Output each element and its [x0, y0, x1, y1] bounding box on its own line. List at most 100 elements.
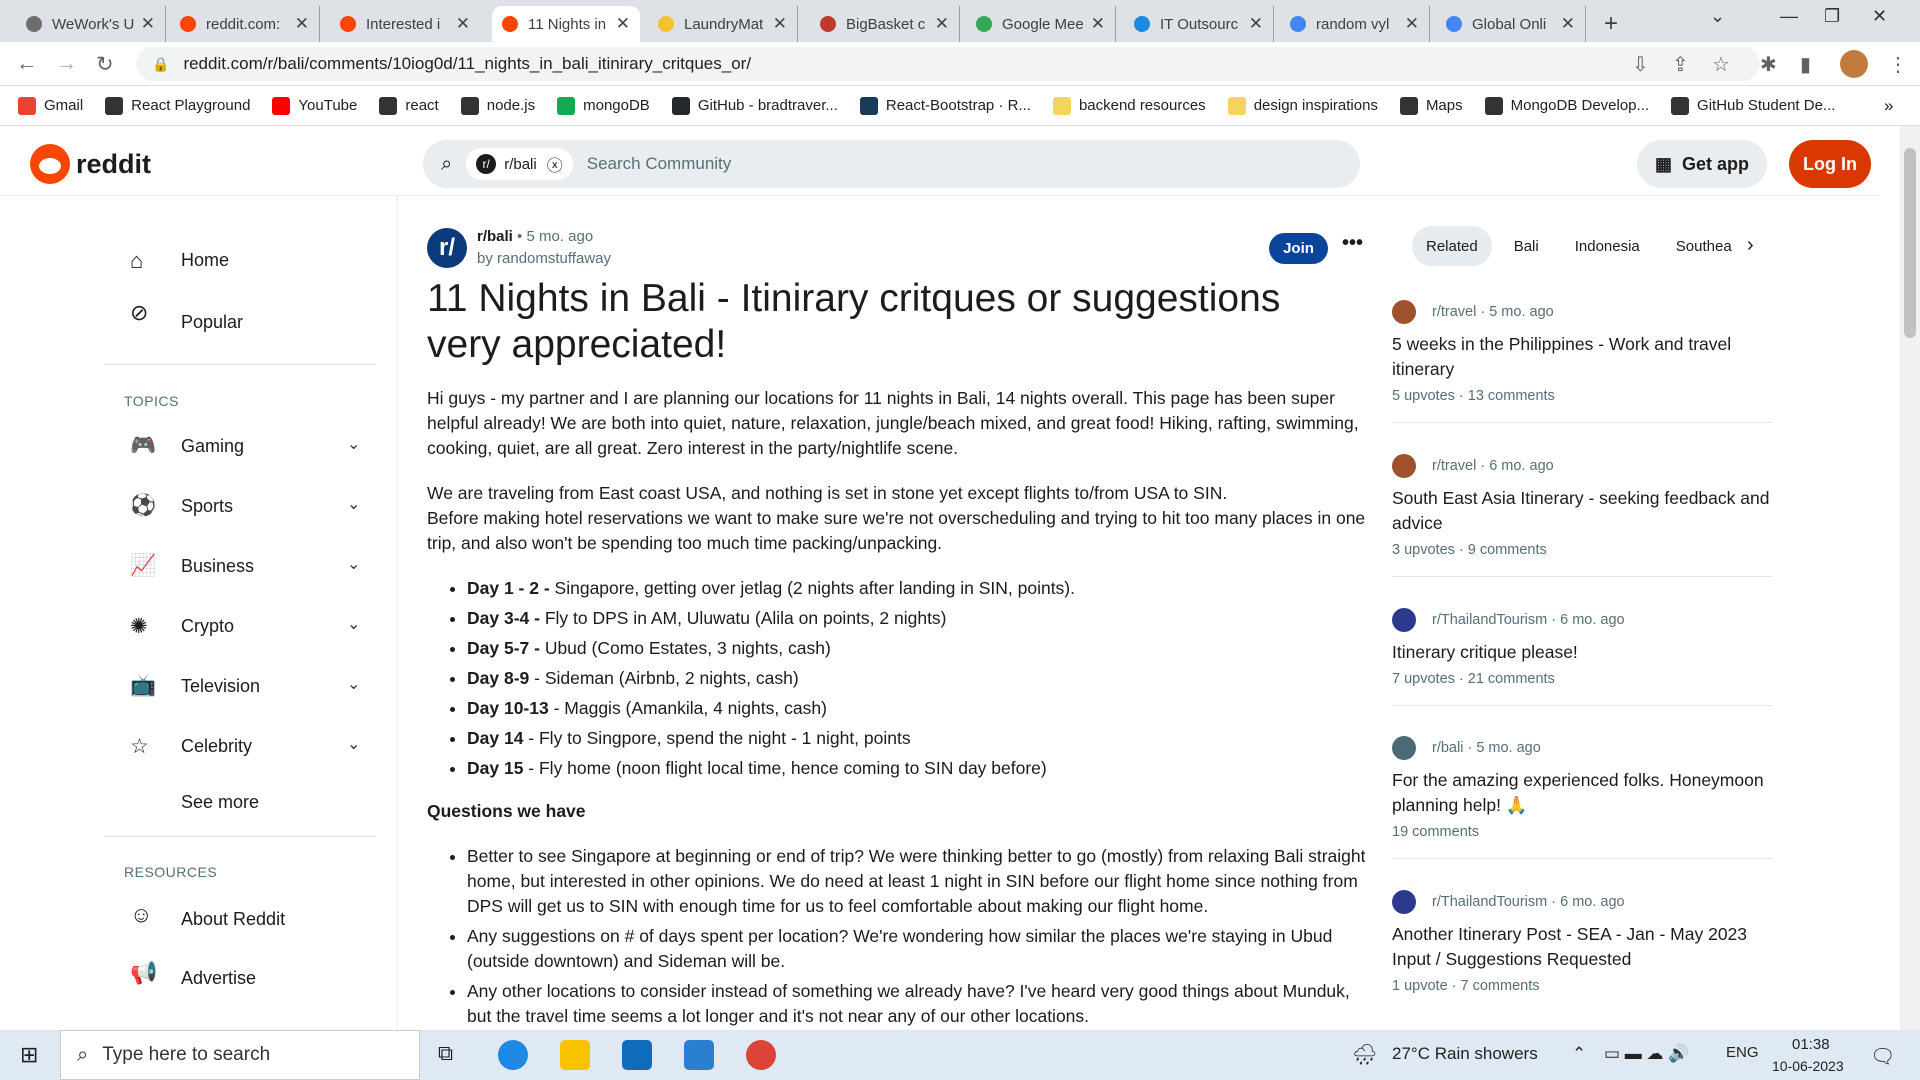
extensions-icon[interactable]: ✱ — [1760, 52, 1777, 77]
bookmark-item[interactable]: Gmail — [18, 96, 83, 115]
tab-9[interactable]: random vyl ✕ — [1280, 6, 1430, 42]
close-tab-icon[interactable]: ✕ — [1405, 14, 1419, 34]
file-explorer-icon[interactable] — [560, 1040, 590, 1070]
related-post[interactable]: r/travel · 5 mo. ago 5 weeks in the Phili… — [1392, 300, 1772, 423]
bookmarks-more[interactable]: » — [1884, 96, 1893, 116]
related-sub[interactable]: r/ThailandTourism — [1432, 894, 1547, 910]
subreddit-link[interactable]: r/bali — [477, 228, 513, 245]
nav-about-reddit[interactable]: About Reddit — [181, 909, 285, 930]
topic-business[interactable]: Business — [181, 556, 254, 577]
tab-8[interactable]: IT Outsourc ✕ — [1124, 6, 1274, 42]
related-sub[interactable]: r/travel — [1432, 304, 1476, 320]
tab-4[interactable]: 11 Nights in ✕ — [492, 6, 640, 42]
close-tab-icon[interactable]: ✕ — [773, 14, 787, 34]
vscode-icon[interactable] — [684, 1040, 714, 1070]
task-view-icon[interactable]: ⧉ — [438, 1042, 453, 1066]
tab-6[interactable]: BigBasket c ✕ — [810, 6, 960, 42]
bookmark-star-icon[interactable]: ☆ — [1712, 52, 1730, 77]
chevron-down-icon[interactable]: ⌄ — [347, 434, 360, 454]
close-window-icon[interactable]: ✕ — [1872, 6, 1887, 27]
bookmark-item[interactable]: mongoDB — [557, 96, 650, 115]
tab-3[interactable]: Interested i ✕ — [330, 6, 480, 42]
related-title[interactable]: For the amazing experienced folks. Honey… — [1392, 768, 1772, 818]
get-app-button[interactable]: ▦ Get app — [1637, 140, 1767, 188]
tab-2[interactable]: reddit.com: ✕ — [170, 6, 320, 42]
edge-icon[interactable] — [498, 1040, 528, 1070]
related-title[interactable]: Another Itinerary Post - SEA - Jan - May… — [1392, 922, 1772, 972]
related-title[interactable]: 5 weeks in the Philippines - Work and tr… — [1392, 332, 1772, 382]
related-sub[interactable]: r/bali — [1432, 740, 1463, 756]
related-post[interactable]: r/bali · 5 mo. ago For the amazing experi… — [1392, 736, 1772, 859]
search-bar[interactable]: ⌕ r/ r/bali ⓧ Search Community — [423, 140, 1360, 188]
restore-icon[interactable]: ❐ — [1824, 6, 1840, 27]
topic-sports[interactable]: Sports — [181, 496, 233, 517]
related-post[interactable]: r/travel · 6 mo. ago South East Asia Itin… — [1392, 454, 1772, 577]
windows-start-icon[interactable]: ⊞ — [20, 1042, 38, 1068]
mail-icon[interactable] — [622, 1040, 652, 1070]
nav-advertise[interactable]: Advertise — [181, 968, 256, 989]
topic-celebrity[interactable]: Celebrity — [181, 736, 252, 757]
see-more-link[interactable]: See more — [181, 792, 259, 813]
more-options-icon[interactable]: ••• — [1342, 232, 1363, 255]
topic-crypto[interactable]: Crypto — [181, 616, 234, 637]
scrollbar-thumb[interactable] — [1904, 148, 1916, 338]
chevron-right-icon[interactable]: › — [1747, 234, 1754, 257]
chevron-down-icon[interactable]: ⌄ — [347, 734, 360, 754]
chevron-down-icon[interactable]: ⌄ — [347, 554, 360, 574]
tab-5[interactable]: LaundryMat ✕ — [648, 6, 798, 42]
related-title[interactable]: South East Asia Itinerary - seeking feed… — [1392, 486, 1772, 536]
tab-search-icon[interactable]: ⌄ — [1710, 6, 1725, 27]
bookmark-item[interactable]: backend resources — [1052, 96, 1206, 115]
reload-icon[interactable]: ↻ — [96, 52, 114, 77]
language-indicator[interactable]: ENG — [1726, 1044, 1759, 1061]
search-input[interactable]: Search Community — [587, 154, 732, 174]
share-icon[interactable]: ⇪ — [1672, 52, 1689, 77]
related-title[interactable]: Itinerary critique please! — [1392, 640, 1772, 665]
join-button[interactable]: Join — [1269, 233, 1328, 264]
side-panel-icon[interactable]: ▮ — [1800, 52, 1811, 77]
tab-10[interactable]: Global Onli ✕ — [1436, 6, 1586, 42]
chrome-icon[interactable] — [746, 1040, 776, 1070]
bookmark-item[interactable]: React-Bootstrap · R... — [859, 96, 1031, 115]
bookmark-item[interactable]: React Playground — [105, 96, 250, 115]
new-tab-button[interactable]: + — [1594, 6, 1628, 42]
nav-popular[interactable]: Popular — [181, 312, 243, 333]
back-icon[interactable]: ← — [16, 52, 37, 76]
pill-indonesia[interactable]: Indonesia — [1561, 226, 1654, 266]
url-field[interactable]: 🔒 reddit.com/r/bali/comments/10iog0d/11_… — [136, 47, 1760, 81]
chevron-down-icon[interactable]: ⌄ — [347, 614, 360, 634]
clear-chip-icon[interactable]: ⓧ — [547, 152, 563, 176]
topic-television[interactable]: Television — [181, 676, 260, 697]
close-tab-icon[interactable]: ✕ — [616, 14, 630, 34]
clock-time[interactable]: 01:38 — [1792, 1036, 1830, 1053]
close-tab-icon[interactable]: ✕ — [456, 14, 470, 34]
post-author[interactable]: by randomstuffaway — [477, 250, 611, 267]
bookmark-item[interactable]: GitHub Student De... — [1671, 96, 1835, 115]
related-sub[interactable]: r/travel — [1432, 458, 1476, 474]
close-tab-icon[interactable]: ✕ — [141, 14, 155, 34]
related-sub[interactable]: r/ThailandTourism — [1432, 612, 1547, 628]
bookmark-item[interactable]: react — [379, 96, 439, 115]
pill-bali[interactable]: Bali — [1500, 226, 1553, 266]
bookmark-item[interactable]: node.js — [460, 96, 535, 115]
chevron-down-icon[interactable]: ⌄ — [347, 494, 360, 514]
log-in-button[interactable]: Log In — [1789, 140, 1871, 188]
tray-icons[interactable]: ▭ ▬ ☁ 🔊 — [1604, 1044, 1689, 1064]
weather-text[interactable]: 27°C Rain showers — [1392, 1044, 1538, 1064]
taskbar-search[interactable]: ⌕ Type here to search — [60, 1030, 420, 1080]
nav-home[interactable]: Home — [181, 250, 229, 271]
subreddit-avatar[interactable]: r/ — [427, 228, 467, 268]
close-tab-icon[interactable]: ✕ — [1561, 14, 1575, 34]
notification-icon[interactable]: 🗨 — [1870, 1044, 1895, 1069]
bookmark-item[interactable]: MongoDB Develop... — [1484, 96, 1649, 115]
close-tab-icon[interactable]: ✕ — [1249, 14, 1263, 34]
pill-related[interactable]: Related — [1412, 226, 1492, 266]
bookmark-item[interactable]: Maps — [1399, 96, 1463, 115]
forward-icon[interactable]: → — [56, 52, 77, 76]
menu-icon[interactable]: ⋮ — [1888, 52, 1908, 77]
tab-1[interactable]: WeWork's U ✕ — [16, 6, 166, 42]
bookmark-item[interactable]: YouTube — [272, 96, 357, 115]
minimize-icon[interactable]: — — [1780, 6, 1798, 27]
install-icon[interactable]: ⇩ — [1632, 52, 1649, 77]
close-tab-icon[interactable]: ✕ — [935, 14, 949, 34]
